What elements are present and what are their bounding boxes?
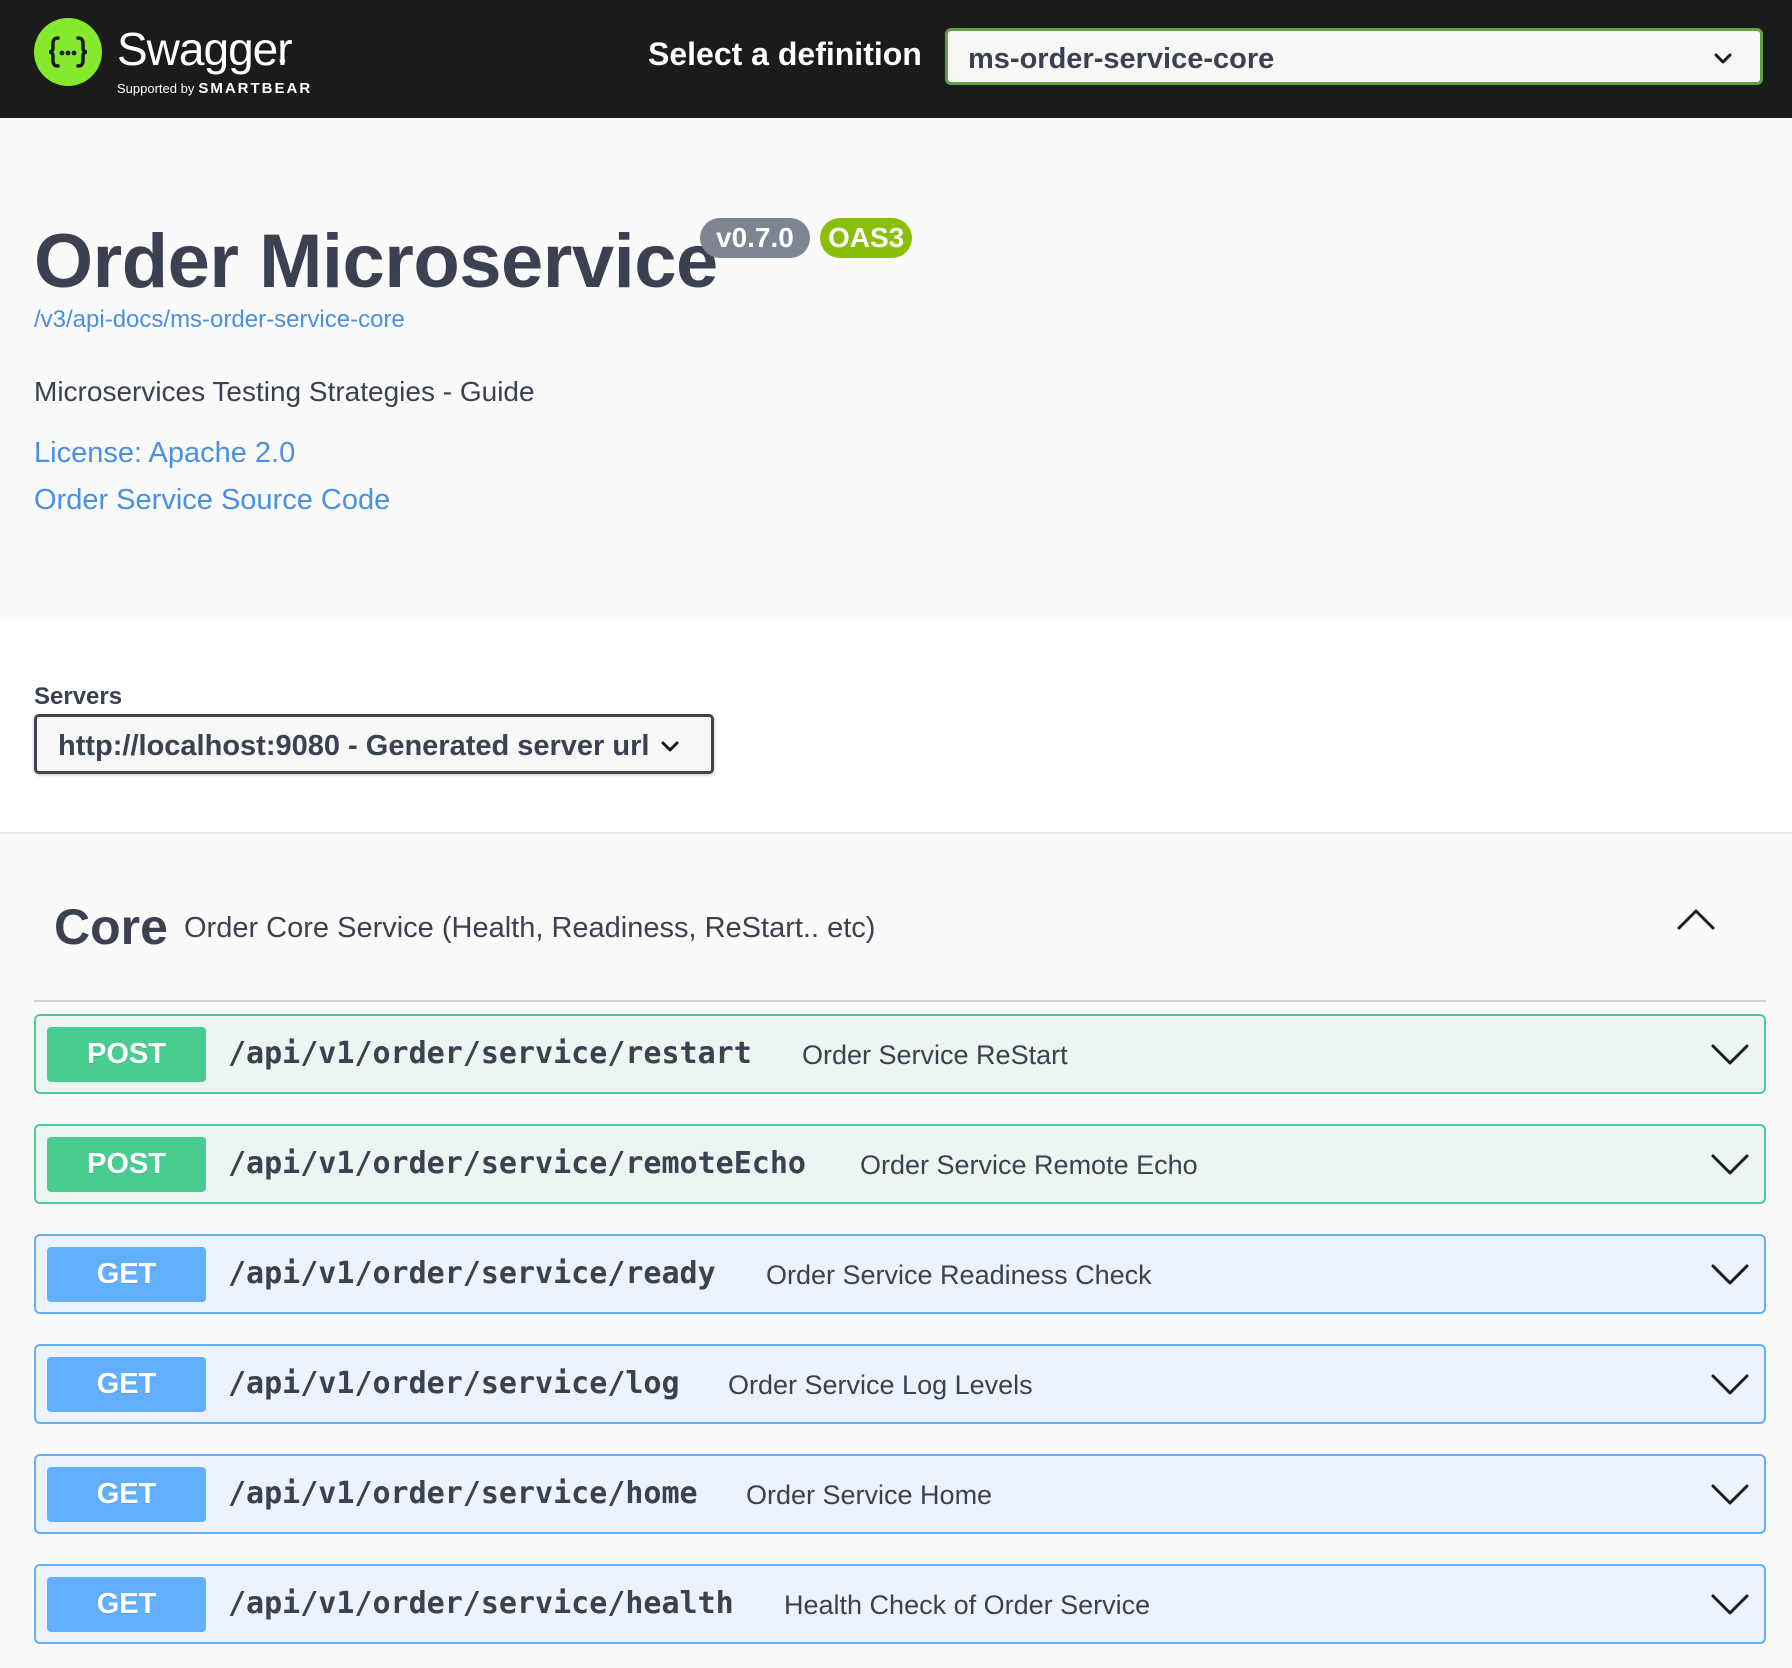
source-code-link[interactable]: Order Service Source Code bbox=[34, 484, 390, 517]
version-badge: v0.7.0 bbox=[700, 218, 810, 258]
oas-badge: OAS3 bbox=[820, 218, 913, 258]
method-badge: GET bbox=[47, 1577, 206, 1632]
topbar: Swagger ™ Supported by SMARTBEAR Select a… bbox=[0, 0, 1792, 118]
api-description: Microservices Testing Strategies - Guide bbox=[34, 376, 535, 407]
operation-path: /api/v1/order/service/health bbox=[228, 1586, 734, 1621]
definition-select-value: ms-order-service-core bbox=[968, 43, 1275, 75]
chevron-down-icon[interactable] bbox=[1710, 1591, 1750, 1622]
operation-path: /api/v1/order/service/restart bbox=[228, 1036, 752, 1071]
operation-summary: Order Service Remote Echo bbox=[860, 1150, 1198, 1180]
method-badge: POST bbox=[47, 1137, 206, 1192]
supported-by-text: Supported by bbox=[117, 81, 195, 96]
operation-path: /api/v1/order/service/ready bbox=[228, 1256, 716, 1291]
operation-summary: Order Service Readiness Check bbox=[766, 1260, 1152, 1290]
operation-row[interactable]: POST /api/v1/order/service/restart Order… bbox=[34, 1014, 1766, 1094]
api-info: Order Microservice v0.7.0 OAS3 /v3/api-d… bbox=[0, 118, 1792, 620]
chevron-up-icon[interactable] bbox=[1676, 906, 1716, 937]
license-link[interactable]: License: Apache 2.0 bbox=[34, 437, 295, 470]
operation-row[interactable]: GET /api/v1/order/service/home Order Ser… bbox=[34, 1454, 1766, 1534]
operation-path: /api/v1/order/service/log bbox=[228, 1366, 680, 1401]
operation-summary: Order Service ReStart bbox=[802, 1040, 1068, 1070]
chevron-down-icon[interactable] bbox=[1710, 1151, 1750, 1182]
tag-description: Order Core Service (Health, Readiness, R… bbox=[184, 912, 876, 944]
operation-path: /api/v1/order/service/remoteEcho bbox=[228, 1146, 806, 1181]
operations-section: Core Order Core Service (Health, Readine… bbox=[0, 834, 1792, 1668]
tag-name: Core bbox=[54, 899, 168, 955]
operation-row[interactable]: GET /api/v1/order/service/health Health … bbox=[34, 1564, 1766, 1644]
operation-summary: Order Service Home bbox=[746, 1480, 993, 1510]
method-badge: GET bbox=[47, 1467, 206, 1522]
page-title: Order Microservice bbox=[34, 219, 718, 304]
operation-row[interactable]: GET /api/v1/order/service/log Order Serv… bbox=[34, 1344, 1766, 1424]
servers-select[interactable]: http://localhost:9080 - Generated server… bbox=[34, 714, 714, 774]
chevron-down-icon[interactable] bbox=[1710, 1261, 1750, 1292]
logo-trademark: ™ bbox=[278, 58, 286, 67]
servers-label: Servers bbox=[34, 683, 123, 710]
method-badge: POST bbox=[47, 1027, 206, 1082]
tag-header-core[interactable]: Core Order Core Service (Health, Readine… bbox=[34, 874, 1766, 1002]
operation-summary: Health Check of Order Service bbox=[784, 1590, 1151, 1620]
swagger-logo-icon bbox=[34, 18, 102, 86]
chevron-down-icon[interactable] bbox=[1710, 1481, 1750, 1512]
select-definition-label: Select a definition bbox=[648, 36, 922, 72]
chevron-down-icon[interactable] bbox=[1710, 1041, 1750, 1072]
operation-summary: Order Service Log Levels bbox=[728, 1370, 1033, 1400]
swagger-logo[interactable]: Swagger ™ Supported by SMARTBEAR bbox=[34, 18, 374, 102]
servers-section: Servers http://localhost:9080 - Generate… bbox=[0, 620, 1792, 834]
method-badge: GET bbox=[47, 1357, 206, 1412]
method-badge: GET bbox=[47, 1247, 206, 1302]
operation-row[interactable]: GET /api/v1/order/service/ready Order Se… bbox=[34, 1234, 1766, 1314]
logo-supported-by: Supported by SMARTBEAR bbox=[117, 80, 312, 97]
operation-row[interactable]: POST /api/v1/order/service/remoteEcho Or… bbox=[34, 1124, 1766, 1204]
operation-path: /api/v1/order/service/home bbox=[228, 1476, 698, 1511]
logo-wordmark: Swagger bbox=[117, 23, 293, 75]
definition-select[interactable]: ms-order-service-core bbox=[945, 28, 1763, 85]
servers-select-value: http://localhost:9080 - Generated server… bbox=[58, 730, 650, 762]
smartbear-text: SMARTBEAR bbox=[198, 80, 313, 97]
chevron-down-icon bbox=[1712, 47, 1734, 74]
api-docs-link[interactable]: /v3/api-docs/ms-order-service-core bbox=[34, 306, 405, 334]
chevron-down-icon[interactable] bbox=[1710, 1371, 1750, 1402]
chevron-down-icon bbox=[659, 735, 681, 762]
